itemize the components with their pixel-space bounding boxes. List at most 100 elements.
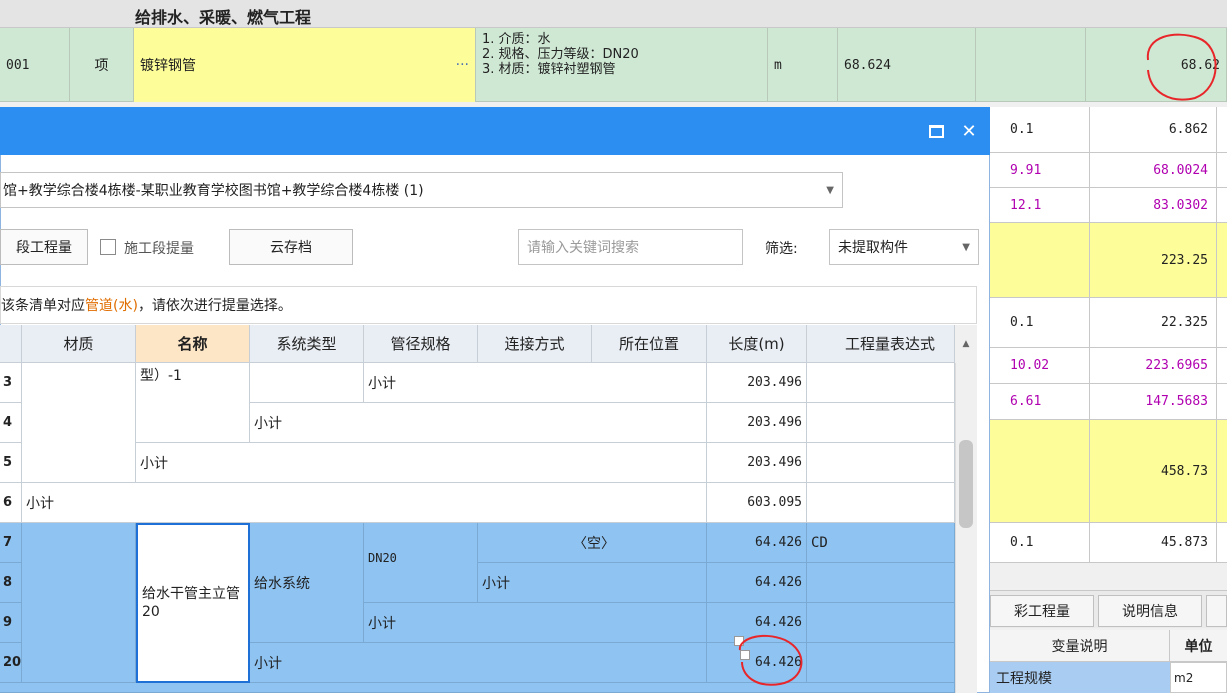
row-value: 68.62 — [1086, 28, 1227, 102]
project-select[interactable]: 馆+教学综合楼4栋楼-某职业教育学校图书馆+教学综合楼4栋楼 (1) ▼ — [0, 172, 843, 208]
header-length[interactable]: 长度(m) — [707, 325, 807, 363]
tab-more[interactable] — [1206, 595, 1227, 627]
notice-text: 该条清单对应 管道(水) ，请依次进行提量选择。 — [0, 286, 977, 324]
project-select-value: 馆+教学综合楼4栋楼-某职业教育学校图书馆+教学综合楼4栋楼 (1) — [3, 183, 424, 199]
filter-select-value: 未提取构件 — [838, 240, 908, 256]
close-icon: ✕ — [961, 120, 977, 142]
subtotal-cell: 小计 — [478, 563, 707, 603]
length-cell: 64.426 — [707, 563, 807, 603]
row-code: 001 — [0, 28, 70, 102]
search-input[interactable]: 请输入关键词搜索 — [518, 229, 743, 265]
filter-select[interactable]: 未提取构件 ▼ — [829, 229, 979, 265]
header-name[interactable]: 名称 — [136, 325, 250, 363]
length-cell: 64.426 — [707, 523, 807, 563]
header-rownum — [0, 325, 22, 363]
expression-cell — [807, 563, 955, 603]
subtotal-cell: 小计 — [22, 483, 707, 523]
row-number: 7 — [0, 523, 22, 563]
chevron-down-icon: ▼ — [962, 241, 970, 253]
dialog-title-bar[interactable]: ✕ — [0, 107, 990, 155]
attr-unit: m2 — [1170, 662, 1227, 693]
row-number: 6 — [0, 483, 22, 523]
length-cell: 203.496 — [707, 403, 807, 443]
scroll-up-button[interactable]: ▲ — [955, 325, 977, 363]
right-row: 9.91 68.0024 — [990, 153, 1227, 188]
subtotal-cell: 小计 — [250, 643, 707, 683]
cloud-archive-button[interactable]: 云存档 — [229, 229, 353, 265]
subtotal-cell: 小计 — [250, 403, 707, 443]
chevron-down-icon: ▼ — [826, 184, 834, 196]
close-button[interactable]: ✕ — [955, 117, 983, 145]
row-empty-cell — [976, 28, 1086, 102]
header-system-type[interactable]: 系统类型 — [250, 325, 364, 363]
header-expression[interactable]: 工程量表达式 — [807, 325, 955, 363]
expression-cell — [807, 363, 955, 403]
segment-quantity-button[interactable]: 段工程量 — [0, 229, 88, 265]
row-number: 20 — [0, 643, 22, 683]
length-cell: 603.095 — [707, 483, 807, 523]
maximize-icon — [928, 124, 944, 138]
expression-cell — [807, 643, 955, 683]
tab-quantity[interactable]: 彩工程量 — [990, 595, 1094, 627]
system-cell — [250, 363, 364, 403]
right-row-subtotal: 223.25 — [990, 223, 1227, 298]
length-cell: 64.426 — [707, 603, 807, 643]
right-row: 0.1 45.873 — [990, 523, 1227, 563]
expression-cell: CD — [807, 523, 955, 563]
name-cell: 型）-1 — [136, 363, 250, 443]
material-cell — [22, 523, 136, 683]
fill-handle[interactable] — [734, 636, 744, 646]
segment-quantity-checkbox[interactable] — [100, 239, 116, 255]
right-row: 6.61 147.5683 — [990, 384, 1227, 420]
header-variable-desc: 变量说明 — [990, 630, 1170, 662]
row-name-cell[interactable]: 镀锌钢管 ··· — [134, 28, 476, 102]
vertical-scrollbar[interactable] — [955, 363, 977, 693]
right-row: 0.1 22.325 — [990, 298, 1227, 348]
row-quantity: 68.624 — [838, 28, 976, 102]
right-row: 10.02 223.6965 — [990, 348, 1227, 384]
spec-cell: DN20 — [364, 523, 478, 603]
right-row: 0.1 6.862 — [990, 107, 1227, 153]
triangle-up-icon: ▲ — [962, 339, 970, 349]
attribute-header: 变量说明 单位 — [990, 630, 1227, 662]
ellipsis-button[interactable]: ··· — [456, 57, 469, 73]
row-number: 8 — [0, 563, 22, 603]
row-description: 1. 介质：水 2. 规格、压力等级：DN20 3. 材质：镀锌衬塑钢管 — [482, 32, 639, 77]
header-pipe-spec[interactable]: 管径规格 — [364, 325, 478, 363]
header-location[interactable]: 所在位置 — [592, 325, 707, 363]
row-description-cell: 1. 介质：水 2. 规格、压力等级：DN20 3. 材质：镀锌衬塑钢管 — [476, 28, 768, 102]
subtotal-cell: 小计 — [364, 603, 707, 643]
length-cell: 64.426 — [707, 643, 807, 683]
position-cell: 〈空〉 — [478, 523, 707, 563]
bill-row[interactable]: 001 项 镀锌钢管 ··· 1. 介质：水 2. 规格、压力等级：DN20 3… — [0, 28, 1227, 102]
right-row: 12.1 83.0302 — [990, 188, 1227, 223]
expression-cell — [807, 603, 955, 643]
subtotal-cell: 小计 — [136, 443, 707, 483]
row-number: 3 — [0, 363, 22, 403]
maximize-button[interactable] — [922, 117, 950, 145]
row-number: 4 — [0, 403, 22, 443]
filter-label: 筛选: — [765, 241, 798, 257]
expression-cell — [807, 403, 955, 443]
expression-cell — [807, 443, 955, 483]
length-cell: 203.496 — [707, 443, 807, 483]
expression-cell — [807, 483, 955, 523]
system-cell: 给水系统 — [250, 523, 364, 643]
table-row — [0, 683, 955, 693]
name-cell-selected[interactable]: 给水干管主立管20 — [136, 523, 250, 683]
right-row-subtotal: 458.73 — [990, 420, 1227, 523]
row-name: 镀锌钢管 — [140, 58, 196, 74]
segment-quantity-label: 施工段提量 — [124, 241, 194, 257]
fill-handle[interactable] — [740, 650, 750, 660]
row-number: 5 — [0, 443, 22, 483]
row-number: 9 — [0, 603, 22, 643]
material-cell — [22, 363, 136, 483]
header-connection[interactable]: 连接方式 — [478, 325, 592, 363]
scrollbar-thumb[interactable] — [959, 440, 973, 528]
header-material[interactable]: 材质 — [22, 325, 136, 363]
section-title: 给排水、采暖、燃气工程 — [135, 8, 312, 27]
bottom-tab-bar: 彩工程量 说明信息 — [990, 590, 1227, 628]
attribute-row[interactable]: 工程规模 m2 — [990, 662, 1227, 693]
tab-description-info[interactable]: 说明信息 — [1098, 595, 1202, 627]
length-cell: 203.496 — [707, 363, 807, 403]
